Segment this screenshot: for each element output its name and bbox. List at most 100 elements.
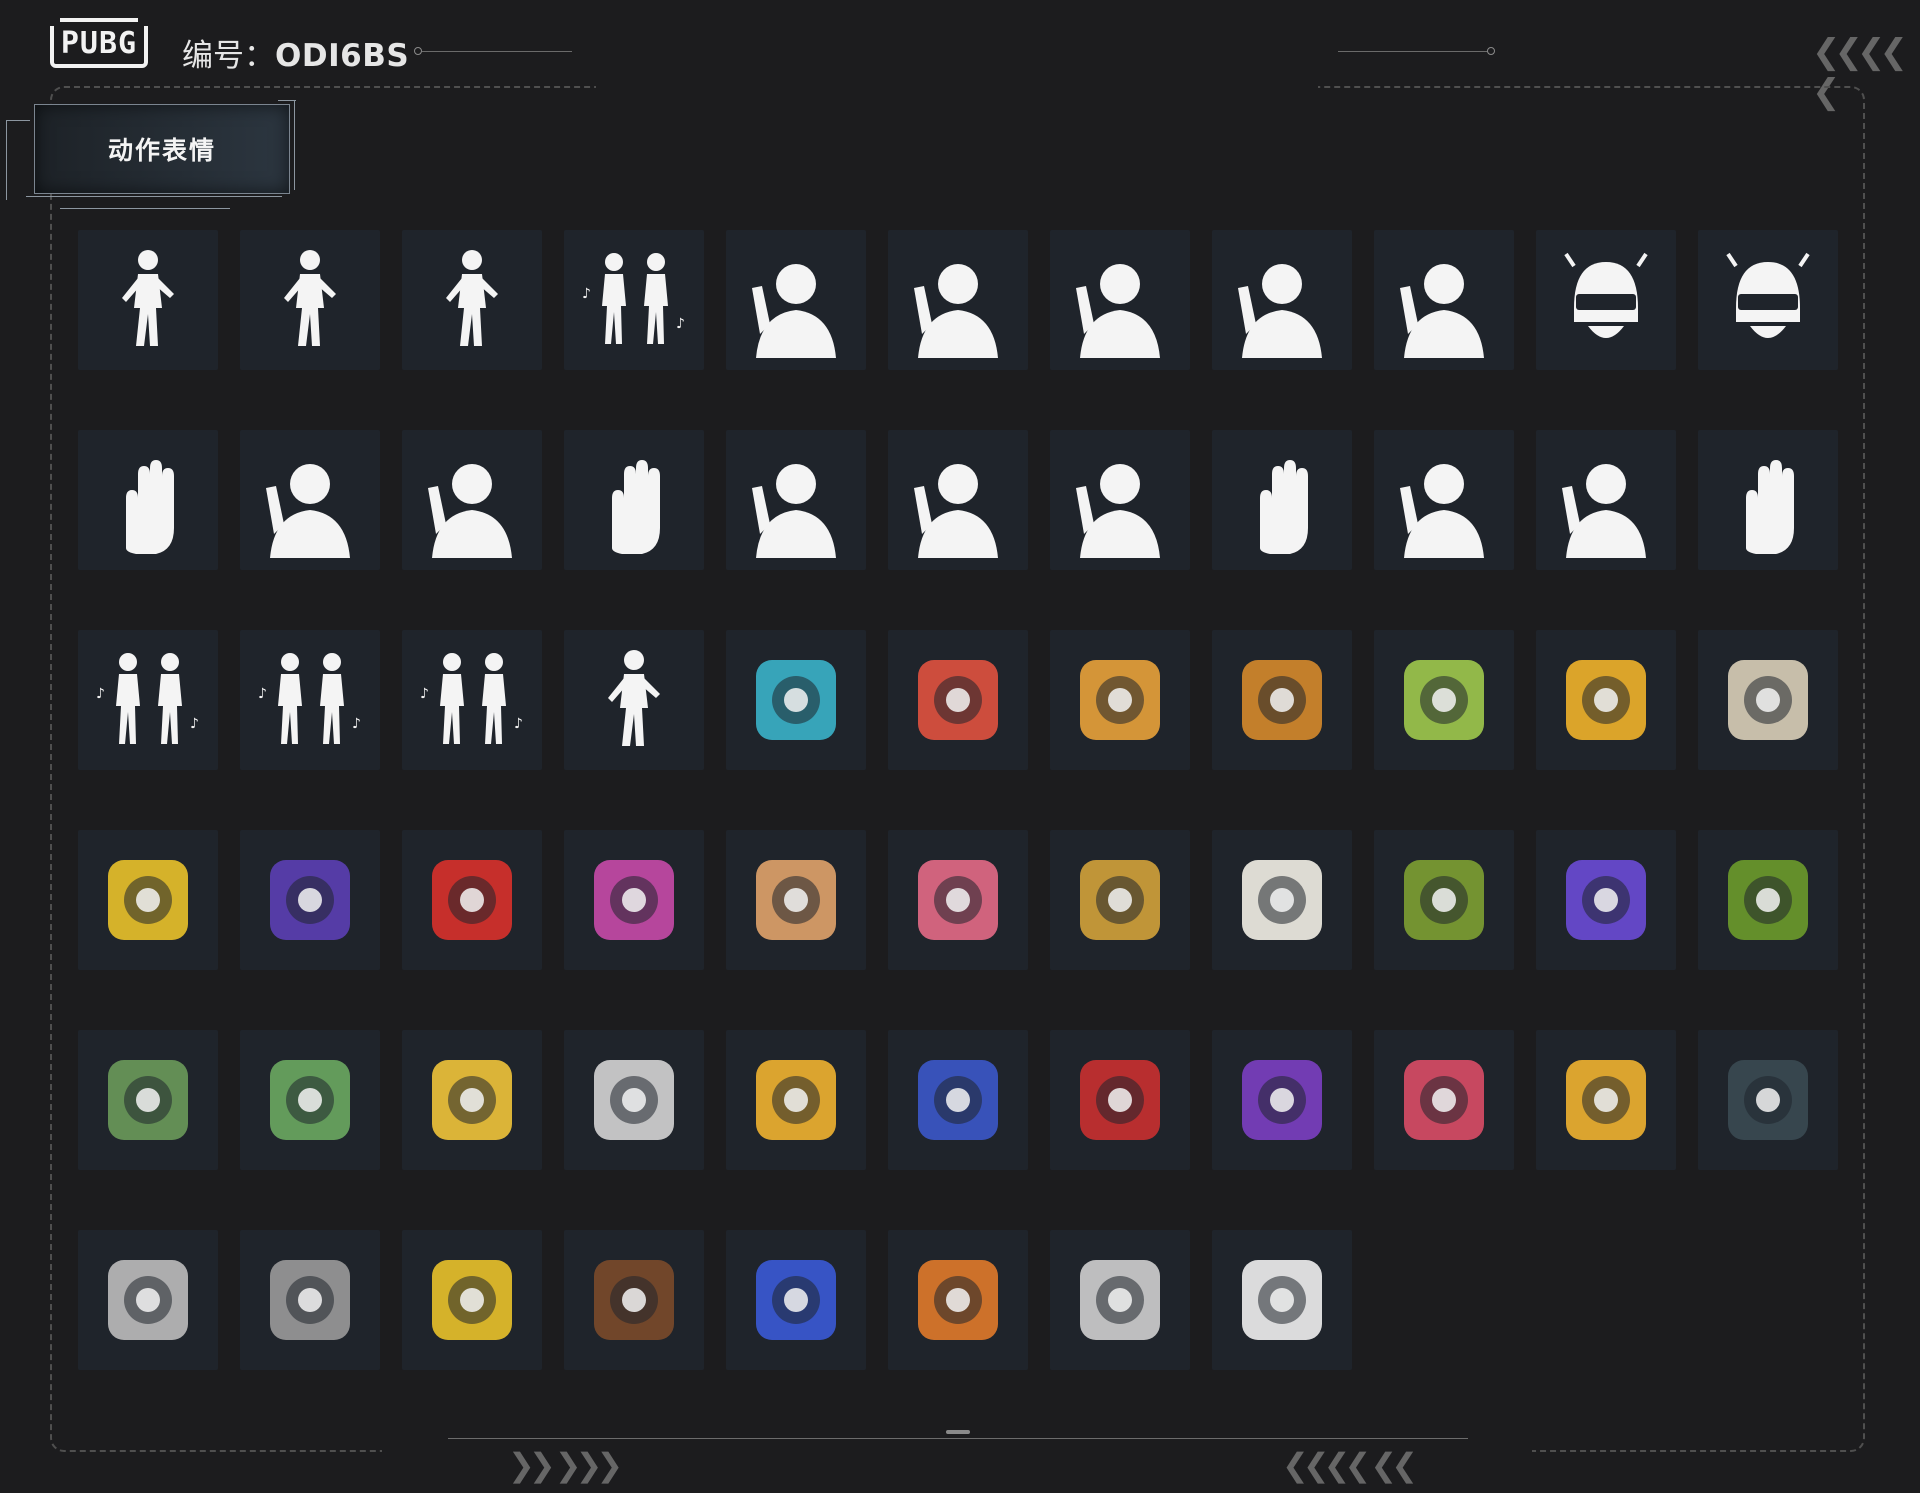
emote-tile[interactable] bbox=[402, 430, 542, 570]
frame-bottom-line bbox=[448, 1438, 1468, 1439]
emote-tile[interactable] bbox=[1212, 830, 1352, 970]
emote-tile[interactable] bbox=[1374, 430, 1514, 570]
emote-tile[interactable] bbox=[240, 830, 380, 970]
emote-tile[interactable] bbox=[78, 230, 218, 370]
emote-tile[interactable] bbox=[1212, 1030, 1352, 1170]
emote-tile[interactable]: ♪ ♪ bbox=[564, 230, 704, 370]
emote-tile[interactable] bbox=[402, 230, 542, 370]
emote-tile[interactable] bbox=[1536, 630, 1676, 770]
chick-bow-icon bbox=[1566, 1060, 1646, 1140]
emote-tile[interactable] bbox=[78, 830, 218, 970]
emote-tile[interactable] bbox=[1374, 1030, 1514, 1170]
graffiti-tic-tac-icon bbox=[918, 1060, 998, 1140]
emote-tile[interactable] bbox=[1212, 430, 1352, 570]
emote-tile[interactable] bbox=[78, 430, 218, 570]
emote-tile[interactable] bbox=[726, 230, 866, 370]
emote-tile[interactable] bbox=[1374, 830, 1514, 970]
emote-tile[interactable] bbox=[1212, 630, 1352, 770]
emote-tile[interactable] bbox=[402, 1230, 542, 1370]
emote-tile[interactable] bbox=[888, 430, 1028, 570]
emote-tile[interactable] bbox=[726, 1230, 866, 1370]
gas-mask-icon bbox=[594, 860, 674, 940]
emote-tile[interactable] bbox=[726, 430, 866, 570]
emote-tile[interactable] bbox=[240, 1030, 380, 1170]
rooster-icon bbox=[432, 1060, 512, 1140]
id-value: ODI6BS bbox=[275, 38, 410, 74]
flower-heart-icon bbox=[918, 660, 998, 740]
emote-tile[interactable] bbox=[402, 830, 542, 970]
emote-tile[interactable] bbox=[564, 830, 704, 970]
emote-tile[interactable] bbox=[726, 1030, 866, 1170]
letter-blocks-icon bbox=[270, 860, 350, 940]
emote-tile[interactable] bbox=[1212, 1230, 1352, 1370]
emote-tile[interactable] bbox=[888, 1230, 1028, 1370]
emote-tile[interactable] bbox=[1374, 630, 1514, 770]
emote-tile[interactable] bbox=[1698, 1030, 1838, 1170]
emote-tile[interactable] bbox=[1212, 230, 1352, 370]
emote-tile[interactable] bbox=[1698, 630, 1838, 770]
emote-tile[interactable] bbox=[1536, 830, 1676, 970]
emote-tile[interactable] bbox=[1374, 230, 1514, 370]
emote-tile[interactable] bbox=[1050, 430, 1190, 570]
emote-tile[interactable] bbox=[888, 630, 1028, 770]
emote-tile[interactable] bbox=[564, 630, 704, 770]
frame-gap-top bbox=[596, 80, 1318, 94]
line-dot-left bbox=[414, 47, 422, 55]
logo-text: PUBG bbox=[60, 25, 138, 61]
camper-territory-icon bbox=[918, 1260, 998, 1340]
emote-tile[interactable]: ♪ ♪ bbox=[240, 630, 380, 770]
emote-tile[interactable] bbox=[240, 230, 380, 370]
emote-tile[interactable] bbox=[726, 630, 866, 770]
emote-tile[interactable] bbox=[240, 1230, 380, 1370]
emote-tile[interactable] bbox=[402, 1030, 542, 1170]
emote-tile[interactable] bbox=[1698, 230, 1838, 370]
emote-tile[interactable] bbox=[564, 1230, 704, 1370]
grumpy-blob-icon bbox=[108, 1060, 188, 1140]
emote-tile[interactable] bbox=[1050, 1030, 1190, 1170]
emote-tile[interactable] bbox=[1050, 630, 1190, 770]
header-line-right bbox=[1338, 51, 1488, 52]
line-dot-right bbox=[1487, 47, 1495, 55]
emote-tile[interactable] bbox=[888, 830, 1028, 970]
emote-tile[interactable] bbox=[1536, 230, 1676, 370]
emote-tile[interactable] bbox=[564, 1030, 704, 1170]
emote-tile[interactable] bbox=[1698, 430, 1838, 570]
emote-tile[interactable] bbox=[240, 430, 380, 570]
clap-hands-icon bbox=[126, 460, 174, 554]
cry-baby-heart-icon bbox=[1404, 1060, 1484, 1140]
svg-text:♪: ♪ bbox=[676, 316, 685, 332]
emote-tile[interactable] bbox=[78, 1030, 218, 1170]
emote-tile[interactable] bbox=[1050, 230, 1190, 370]
emote-tile[interactable] bbox=[1698, 830, 1838, 970]
emote-tile[interactable]: ♪ ♪ bbox=[78, 630, 218, 770]
twitch-rivals-purple-icon bbox=[1242, 1060, 1322, 1140]
tab-emotes[interactable]: 动作表情 bbox=[34, 104, 290, 194]
emote-tile[interactable] bbox=[1050, 830, 1190, 970]
face-palm-icon bbox=[266, 464, 350, 558]
emote-tile[interactable] bbox=[726, 830, 866, 970]
twitch-rivals-icon bbox=[1566, 860, 1646, 940]
emote-tile[interactable]: ♪ ♪ bbox=[402, 630, 542, 770]
header-line-left bbox=[422, 51, 572, 52]
wave-hand-icon bbox=[1076, 264, 1160, 358]
tab-deco-line bbox=[26, 196, 282, 197]
angry-helmet-icon bbox=[1564, 252, 1648, 338]
emote-tile[interactable] bbox=[564, 430, 704, 570]
emote-tile[interactable] bbox=[1050, 1230, 1190, 1370]
crouch-figure-icon bbox=[446, 250, 498, 346]
red-diamond-badge-icon bbox=[432, 860, 512, 940]
emote-tile[interactable] bbox=[888, 230, 1028, 370]
hooded-masked-icon bbox=[1080, 1060, 1160, 1140]
pubg-logo: PUBG bbox=[46, 18, 152, 68]
pizza-slice-icon bbox=[1080, 660, 1160, 740]
emote-tile[interactable] bbox=[78, 1230, 218, 1370]
emote-tile[interactable] bbox=[888, 1030, 1028, 1170]
ghost-sunglasses-icon bbox=[1242, 1260, 1322, 1340]
crowned-eight-icon bbox=[1080, 860, 1160, 940]
emote-tile[interactable] bbox=[1536, 430, 1676, 570]
smoking-cat-icon bbox=[270, 1260, 350, 1340]
emote-tile[interactable] bbox=[1536, 1030, 1676, 1170]
shrug-icon bbox=[914, 464, 998, 558]
id-display: 编号：ODI6BS bbox=[182, 30, 409, 75]
dance-point-music-icon: ♪♪ bbox=[420, 653, 523, 744]
